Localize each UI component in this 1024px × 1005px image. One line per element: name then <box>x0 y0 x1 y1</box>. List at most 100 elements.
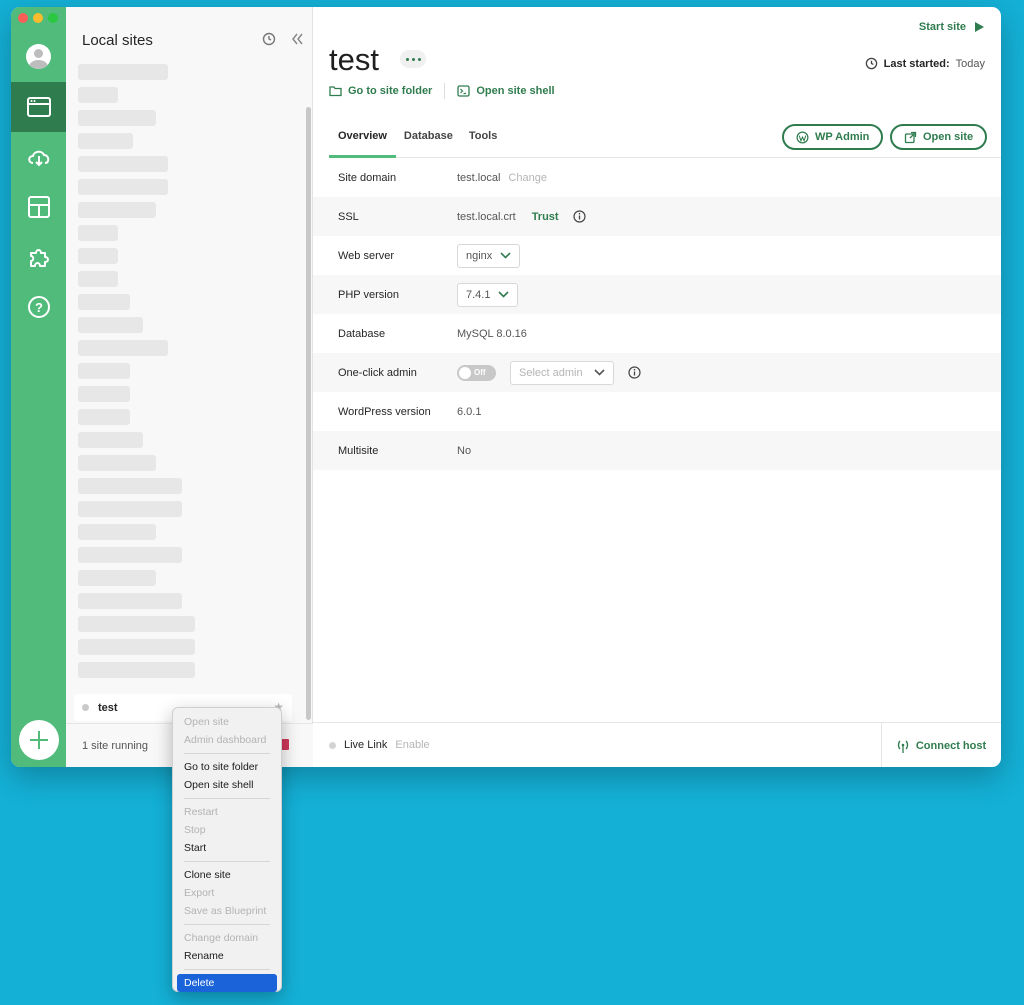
menu-item-admin-dashboard[interactable]: Admin dashboard <box>177 731 277 749</box>
ssl-cert-value[interactable]: test.local.crt <box>457 211 516 223</box>
sidebar-scrollbar[interactable] <box>306 107 311 720</box>
go-to-site-folder-link[interactable]: Go to site folder <box>329 85 432 97</box>
addons-nav-button[interactable] <box>11 232 66 282</box>
terminal-icon <box>457 85 470 97</box>
tab-overview[interactable]: Overview <box>329 125 396 158</box>
list-item[interactable] <box>78 591 198 611</box>
list-item[interactable] <box>78 85 198 105</box>
start-site-button[interactable]: Start site <box>919 21 985 33</box>
menu-item-clone-site[interactable]: Clone site <box>177 866 277 884</box>
minimize-window-button[interactable] <box>33 13 43 23</box>
question-icon: ? <box>27 296 50 318</box>
list-item[interactable] <box>78 430 198 450</box>
cloud-icon <box>27 150 49 167</box>
close-window-button[interactable] <box>18 13 28 23</box>
open-site-shell-link[interactable]: Open site shell <box>457 85 555 97</box>
list-item[interactable] <box>78 361 198 381</box>
list-item[interactable] <box>78 200 198 220</box>
open-site-shell-label: Open site shell <box>476 85 555 97</box>
change-domain-link[interactable]: Change <box>508 172 547 184</box>
list-item[interactable] <box>78 223 198 243</box>
user-avatar[interactable] <box>26 44 51 69</box>
open-site-button[interactable]: Open site <box>890 124 988 150</box>
list-item[interactable] <box>78 499 198 519</box>
info-icon[interactable] <box>628 366 641 379</box>
list-item[interactable] <box>78 338 198 358</box>
live-link-label: Live Link <box>344 739 388 751</box>
list-item[interactable] <box>78 131 198 151</box>
menu-item-stop[interactable]: Stop <box>177 821 277 839</box>
select-admin-placeholder: Select admin <box>519 366 583 379</box>
cloud-backups-nav-button[interactable] <box>11 132 66 182</box>
more-options-button[interactable] <box>400 50 426 68</box>
list-item[interactable] <box>78 568 198 588</box>
menu-item-change-domain[interactable]: Change domain <box>177 929 277 947</box>
trust-ssl-button[interactable]: Trust <box>532 211 559 223</box>
tab-tools[interactable]: Tools <box>461 125 506 158</box>
overview-table: Site domain test.local Change SSL test.l… <box>313 158 1001 470</box>
list-item[interactable] <box>78 269 198 289</box>
menu-item-restart[interactable]: Restart <box>177 803 277 821</box>
collapse-sidebar-icon[interactable] <box>290 32 304 46</box>
blueprints-nav-button[interactable] <box>11 182 66 232</box>
list-item[interactable] <box>78 407 198 427</box>
list-item[interactable] <box>78 614 198 634</box>
menu-item-save-as-blueprint[interactable]: Save as Blueprint <box>177 902 277 920</box>
enable-live-link-button[interactable]: Enable <box>395 739 429 751</box>
menu-item-start[interactable]: Start <box>177 839 277 857</box>
menu-item-go-to-site-folder[interactable]: Go to site folder <box>177 758 277 776</box>
table-row: WordPress version 6.0.1 <box>313 392 1001 431</box>
play-icon <box>975 22 984 32</box>
select-admin-dropdown[interactable]: Select admin <box>510 360 614 385</box>
list-item[interactable] <box>78 108 198 128</box>
list-item[interactable] <box>78 62 198 82</box>
list-item[interactable] <box>78 315 198 335</box>
layout-icon <box>27 196 50 218</box>
nav-rail: ? <box>11 7 66 767</box>
list-item[interactable] <box>78 384 198 404</box>
list-item[interactable] <box>78 545 198 565</box>
list-item[interactable] <box>78 177 198 197</box>
list-item[interactable] <box>78 522 198 542</box>
help-nav-button[interactable]: ? <box>11 282 66 332</box>
info-icon[interactable] <box>572 210 586 223</box>
list-item[interactable] <box>78 154 198 174</box>
list-item[interactable] <box>78 637 198 657</box>
web-server-select[interactable]: nginx <box>457 243 521 268</box>
chevron-down-icon <box>500 252 511 259</box>
add-site-button[interactable] <box>19 720 59 760</box>
browser-window-icon <box>26 97 51 117</box>
table-row: Multisite No <box>313 431 1001 470</box>
menu-item-delete[interactable]: Delete <box>177 974 277 992</box>
start-site-label: Start site <box>918 21 966 33</box>
ssl-label: SSL <box>338 210 359 223</box>
chevron-down-icon <box>594 369 605 376</box>
php-version-select[interactable]: 7.4.1 <box>457 282 519 307</box>
php-version-label: PHP version <box>338 288 399 301</box>
tab-database[interactable]: Database <box>396 125 461 158</box>
local-sites-nav-button[interactable] <box>11 82 66 132</box>
site-list-item-label: test <box>98 701 118 714</box>
list-item[interactable] <box>78 292 198 312</box>
external-link-icon <box>904 131 917 143</box>
site-domain-value: test.local <box>457 171 501 184</box>
last-started-value: Today <box>955 57 985 70</box>
list-item[interactable] <box>78 660 198 680</box>
menu-item-open-site-shell[interactable]: Open site shell <box>177 776 277 794</box>
list-item[interactable] <box>78 476 198 496</box>
list-item[interactable] <box>78 246 198 266</box>
wordpress-icon <box>796 131 809 143</box>
clock-icon[interactable] <box>262 32 276 46</box>
connect-host-button[interactable]: Connect host <box>881 723 1001 767</box>
list-item[interactable] <box>78 453 198 473</box>
wp-admin-button[interactable]: WP Admin <box>782 124 884 150</box>
one-click-admin-toggle[interactable]: Off <box>457 364 496 381</box>
menu-item-export[interactable]: Export <box>177 884 277 902</box>
open-site-label: Open site <box>923 131 974 143</box>
folder-icon <box>329 86 342 97</box>
menu-item-open-site[interactable]: Open site <box>177 713 277 731</box>
menu-item-rename[interactable]: Rename <box>177 947 277 965</box>
wp-admin-label: WP Admin <box>815 131 870 143</box>
chevron-down-icon <box>498 291 510 298</box>
zoom-window-button[interactable] <box>48 13 58 23</box>
